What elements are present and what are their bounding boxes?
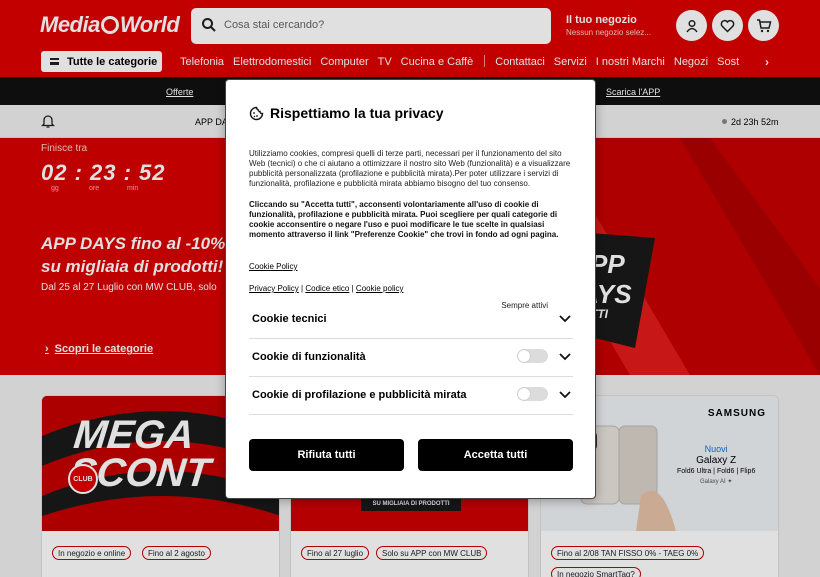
chevron-down-icon[interactable] — [559, 315, 571, 323]
profiling-cookies-toggle[interactable] — [517, 387, 548, 401]
policy-links: Privacy Policy | Codice etico | Cookie p… — [249, 284, 404, 293]
cookie-policy-link[interactable]: Cookie Policy — [249, 262, 297, 271]
cookie-consent-dialog: Rispettiamo la tua privacy Utilizziamo c… — [225, 79, 596, 499]
privacy-paragraph-1: Utilizziamo cookies, compresi quelli di … — [249, 149, 571, 188]
privacy-policy-link[interactable]: Privacy Policy — [249, 284, 299, 293]
reject-all-button[interactable]: Rifiuta tutti — [249, 439, 404, 471]
link-separator: | — [301, 284, 304, 293]
link-separator: | — [351, 284, 354, 293]
cookie-row-profiling[interactable]: Cookie di profilazione e pubblicità mira… — [249, 377, 573, 415]
privacy-paragraph-2: Cliccando su "Accetta tutti", acconsenti… — [249, 200, 559, 239]
cookie-row-functional[interactable]: Cookie di funzionalità — [249, 339, 573, 377]
dialog-title: Rispettiamo la tua privacy — [270, 105, 444, 121]
cookie-policy-link-2[interactable]: Cookie policy — [356, 284, 404, 293]
code-of-ethics-link[interactable]: Codice etico — [305, 284, 349, 293]
cookie-row-label: Cookie di funzionalità — [252, 351, 366, 363]
always-active-label: Sempre attivi — [501, 301, 548, 310]
accept-all-button[interactable]: Accetta tutti — [418, 439, 573, 471]
cookie-row-technical[interactable]: Sempre attivi Cookie tecnici — [249, 301, 573, 339]
cookie-row-label: Cookie di profilazione e pubblicità mira… — [252, 389, 467, 401]
cookie-icon — [249, 106, 264, 121]
cookie-row-label: Cookie tecnici — [252, 313, 327, 325]
functional-cookies-toggle[interactable] — [517, 349, 548, 363]
chevron-down-icon[interactable] — [559, 391, 571, 399]
chevron-down-icon[interactable] — [559, 353, 571, 361]
